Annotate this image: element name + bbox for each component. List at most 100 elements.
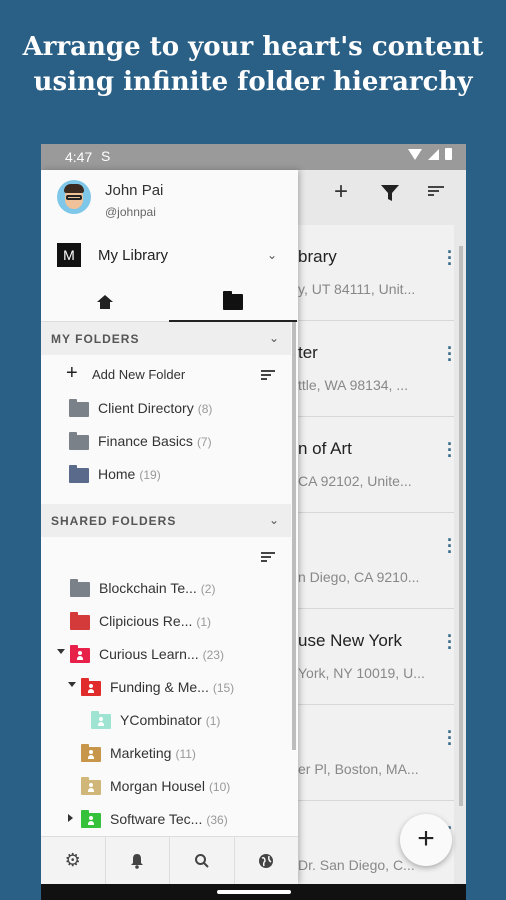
shared-folder-row[interactable]: Curious Learn... (23) (41, 637, 291, 670)
folder-name: Morgan Housel (110, 778, 205, 794)
place-address: er Pl, Boston, MA... (298, 761, 419, 777)
folder-icon (69, 432, 89, 450)
library-name: My Library (98, 247, 169, 264)
filter-icon[interactable] (380, 182, 400, 210)
folder-name: Finance Basics (98, 433, 193, 449)
shared-folder-icon (81, 678, 101, 696)
more-options-icon[interactable]: ··· (446, 723, 454, 753)
headline-line-1: Arrange to your heart's content (22, 32, 484, 62)
shared-folder-icon (81, 810, 101, 828)
shared-folder-row[interactable]: Blockchain Te... (2) (41, 571, 291, 604)
chevron-down-icon: ⌄ (267, 248, 278, 262)
profile-header[interactable]: John Pai @johnpai (41, 170, 298, 230)
add-new-folder-label: Add New Folder (92, 367, 186, 382)
background-toolbar: + (298, 170, 466, 216)
shared-folder-row[interactable]: YCombinator (1) (41, 703, 291, 736)
place-card[interactable]: n of Art CA 92102, Unite... · · · (298, 417, 454, 513)
folder-name: Software Tec... (110, 811, 203, 827)
place-title: brary (298, 247, 337, 266)
collapse-arrow-icon[interactable] (68, 814, 73, 822)
place-card[interactable]: brary y, UT 84111, Unit... · · · (298, 225, 454, 321)
add-icon[interactable]: + (334, 178, 348, 206)
folder-row[interactable]: Home (19) (41, 457, 291, 490)
place-card[interactable]: ter ttle, WA 98134, ... · · · (298, 321, 454, 417)
place-address: Dr. San Diego, C... (298, 857, 415, 873)
shared-folders-header[interactable]: SHARED FOLDERS ⌄ (41, 504, 291, 537)
shared-folder-icon (81, 777, 101, 795)
folder-count: (8) (197, 402, 213, 416)
shared-folder-icon (91, 711, 111, 729)
library-icon: M (57, 243, 81, 267)
add-fab-button[interactable]: + (400, 814, 452, 866)
folder-count: (1) (196, 615, 212, 629)
folder-count: (15) (212, 681, 235, 695)
wifi-icon (408, 148, 422, 160)
folder-icon (70, 612, 90, 630)
folder-icon (69, 399, 89, 417)
more-options-icon[interactable]: ··· (446, 435, 454, 465)
add-new-folder-button[interactable]: + Add New Folder (41, 358, 291, 391)
folder-name: Clipicious Re... (99, 613, 193, 629)
folder-name: Home (98, 466, 136, 482)
folder-count: (23) (202, 648, 224, 662)
more-options-icon[interactable]: ··· (446, 243, 454, 273)
folder-name: Marketing (110, 745, 172, 761)
system-icons (408, 148, 452, 160)
status-bar: 4:47 S (41, 144, 466, 170)
home-icon (97, 295, 113, 309)
phone-screen: 4:47 S + brary y, UT 84111, Unit... · · · ter… (41, 144, 466, 900)
sort-icon[interactable] (261, 552, 275, 564)
bell-icon[interactable] (106, 837, 170, 884)
drawer-bottom-bar: ⚙ (41, 836, 298, 884)
home-gesture-pill[interactable] (217, 890, 291, 894)
chevron-down-icon: ⌄ (269, 513, 280, 527)
tab-home[interactable] (41, 282, 169, 322)
place-card[interactable]: n Diego, CA 9210... · · · (298, 513, 454, 609)
system-nav-bar (41, 884, 466, 900)
folder-name: Client Directory (98, 400, 194, 416)
folder-list[interactable]: MY FOLDERS ⌄ + Add New Folder Client Dir… (41, 322, 298, 836)
place-address: York, NY 10019, U... (298, 665, 425, 681)
folder-name: Funding & Me... (110, 679, 209, 695)
place-title: use New York (298, 631, 402, 650)
shared-folder-row[interactable]: Software Tec... (36) (41, 802, 291, 835)
background-scrollbar[interactable] (459, 246, 463, 806)
sort-icon[interactable] (261, 370, 275, 382)
folder-count: (1) (205, 714, 221, 728)
add-icon: + (66, 362, 78, 384)
folder-row[interactable]: Finance Basics (7) (41, 424, 291, 457)
gear-icon[interactable]: ⚙ (41, 837, 106, 884)
expand-arrow-icon[interactable] (57, 649, 65, 654)
sync-icon: S (101, 148, 111, 164)
sort-icon[interactable] (428, 186, 444, 198)
folder-count: (10) (208, 780, 231, 794)
folder-row[interactable]: Client Directory (8) (41, 391, 291, 424)
profile-handle: @johnpai (105, 205, 156, 219)
shared-folder-row[interactable]: Funding & Me... (15) (41, 670, 291, 703)
folder-count: (19) (139, 468, 161, 482)
search-icon[interactable] (170, 837, 235, 884)
expand-arrow-icon[interactable] (68, 682, 76, 687)
drawer-scrollbar[interactable] (292, 322, 296, 750)
shared-folder-icon (81, 744, 101, 762)
globe-icon[interactable] (235, 837, 299, 884)
shared-folder-row[interactable]: Morgan Housel (10) (41, 769, 291, 802)
background-list: brary y, UT 84111, Unit... · · · ter ttle, WA … (298, 225, 454, 897)
drawer-tabs (41, 282, 298, 322)
place-card[interactable]: er Pl, Boston, MA... · · · (298, 705, 454, 801)
place-address: ttle, WA 98134, ... (298, 377, 408, 393)
shared-folder-row[interactable]: Marketing (11) (41, 736, 291, 769)
battery-icon (445, 148, 452, 160)
folder-name: Curious Learn... (99, 646, 199, 662)
folder-count: (7) (196, 435, 212, 449)
shared-folder-row[interactable]: Clipicious Re... (1) (41, 604, 291, 637)
tab-folders[interactable] (169, 282, 297, 322)
more-options-icon[interactable]: ··· (446, 531, 454, 561)
more-options-icon[interactable]: ··· (446, 627, 454, 657)
more-options-icon[interactable]: ··· (446, 339, 454, 369)
folder-count: (11) (175, 747, 196, 761)
folder-count: (36) (206, 813, 228, 827)
my-folders-header[interactable]: MY FOLDERS ⌄ (41, 322, 291, 355)
library-selector[interactable]: M My Library ⌄ (41, 240, 298, 276)
place-card[interactable]: use New York York, NY 10019, U... · · · (298, 609, 454, 705)
